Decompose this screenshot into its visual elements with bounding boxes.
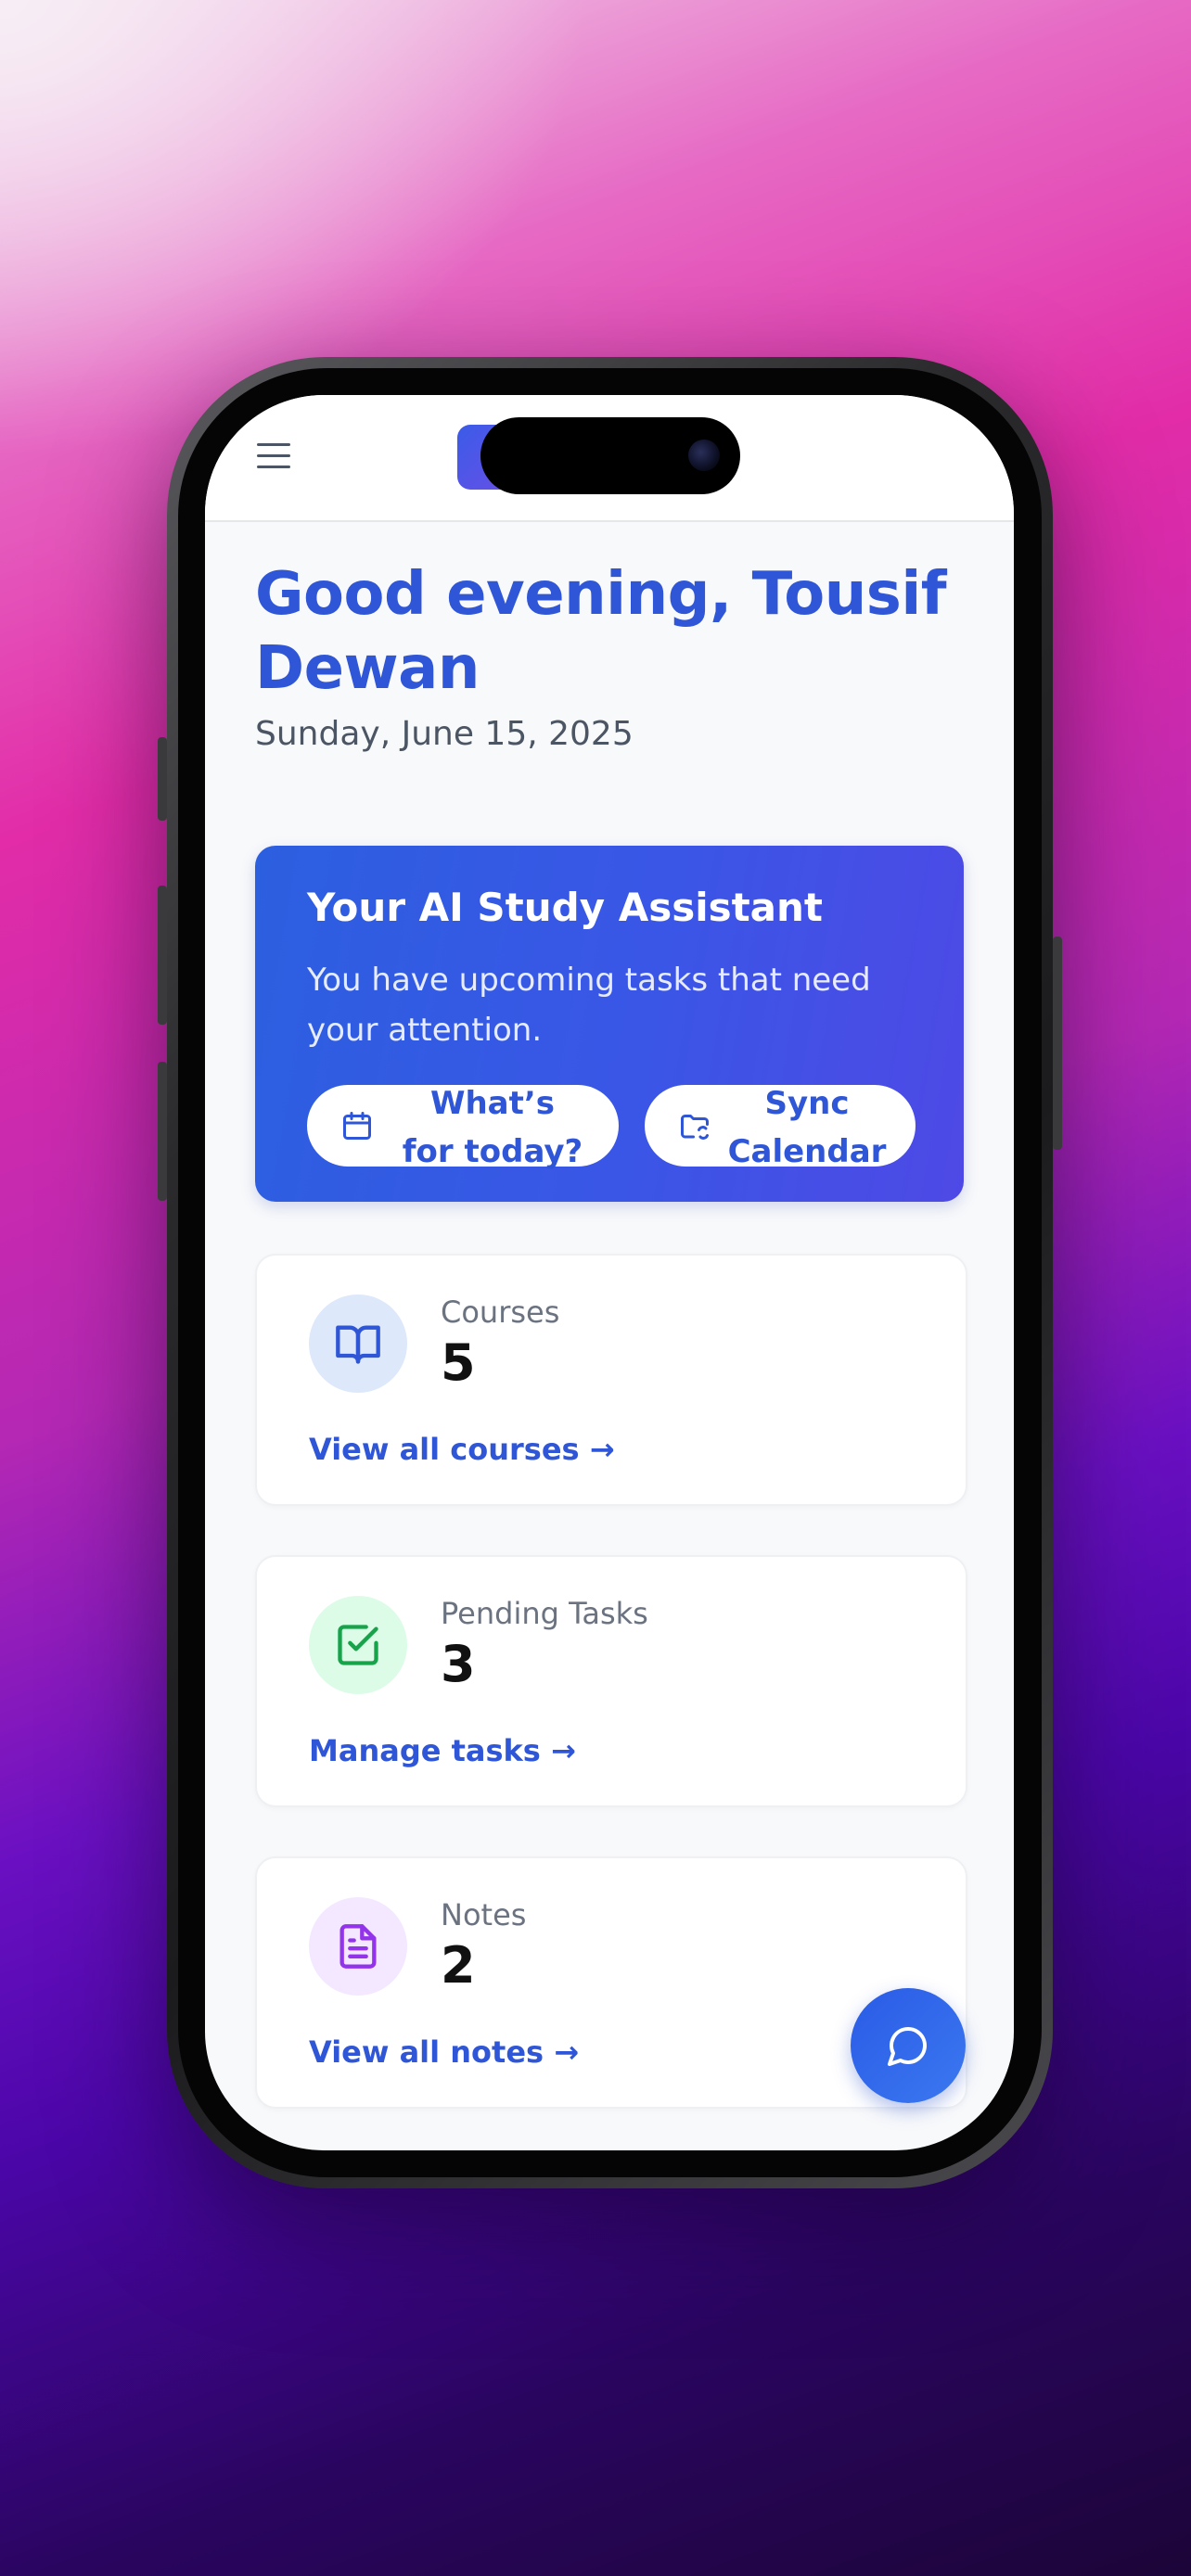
courses-card: Courses 5 View all courses → (255, 1254, 967, 1506)
pending-tasks-label: Pending Tasks (441, 1596, 648, 1631)
ai-assistant-title: Your AI Study Assistant (307, 885, 823, 930)
folder-sync-icon (681, 1115, 709, 1140)
app-screen: y Good evening, Tousif Dewan Sunday, Jun… (205, 395, 1014, 2150)
current-date: Sunday, June 15, 2025 (255, 715, 634, 753)
ai-assistant-message: You have upcoming tasks that need your a… (307, 962, 871, 1049)
phone-power-button (1053, 937, 1062, 1150)
chat-assistant-button[interactable] (851, 1988, 966, 2103)
view-all-courses-link[interactable]: View all courses → (309, 1432, 615, 1467)
greeting-heading: Good evening, Tousif Dewan (255, 560, 947, 703)
phone-action-button (158, 737, 167, 821)
dynamic-island (480, 417, 740, 494)
sync-calendar-label: Sync Calendar (727, 1085, 887, 1170)
ai-assistant-card: Your AI Study Assistant You have upcomin… (255, 846, 964, 1202)
whats-for-today-button[interactable]: What’s for today? (307, 1085, 619, 1170)
whats-for-today-label: What’s for today? (402, 1085, 583, 1170)
manage-tasks-link[interactable]: Manage tasks → (309, 1733, 576, 1768)
courses-count: 5 (441, 1333, 476, 1392)
chat-bubble-icon (888, 2027, 927, 2066)
courses-label: Courses (441, 1294, 560, 1330)
phone-volume-up-button (158, 886, 167, 1025)
pending-tasks-count: 3 (441, 1635, 476, 1693)
pending-tasks-card: Pending Tasks 3 Manage tasks → (255, 1555, 967, 1807)
front-camera (688, 440, 720, 471)
book-open-icon (336, 1325, 380, 1364)
tasks-icon-circle (309, 1596, 407, 1694)
file-text-icon (339, 1924, 377, 1969)
phone-volume-down-button (158, 1062, 167, 1201)
sync-calendar-button[interactable]: Sync Calendar (645, 1085, 916, 1170)
notes-icon-circle (309, 1897, 407, 1996)
view-all-notes-link[interactable]: View all notes → (309, 2034, 579, 2070)
courses-icon-circle (309, 1294, 407, 1393)
notes-count: 2 (441, 1936, 476, 1995)
hamburger-menu-icon[interactable] (257, 443, 290, 471)
notes-label: Notes (441, 1897, 527, 1932)
calendar-icon (343, 1112, 371, 1140)
check-square-icon (338, 1625, 378, 1665)
